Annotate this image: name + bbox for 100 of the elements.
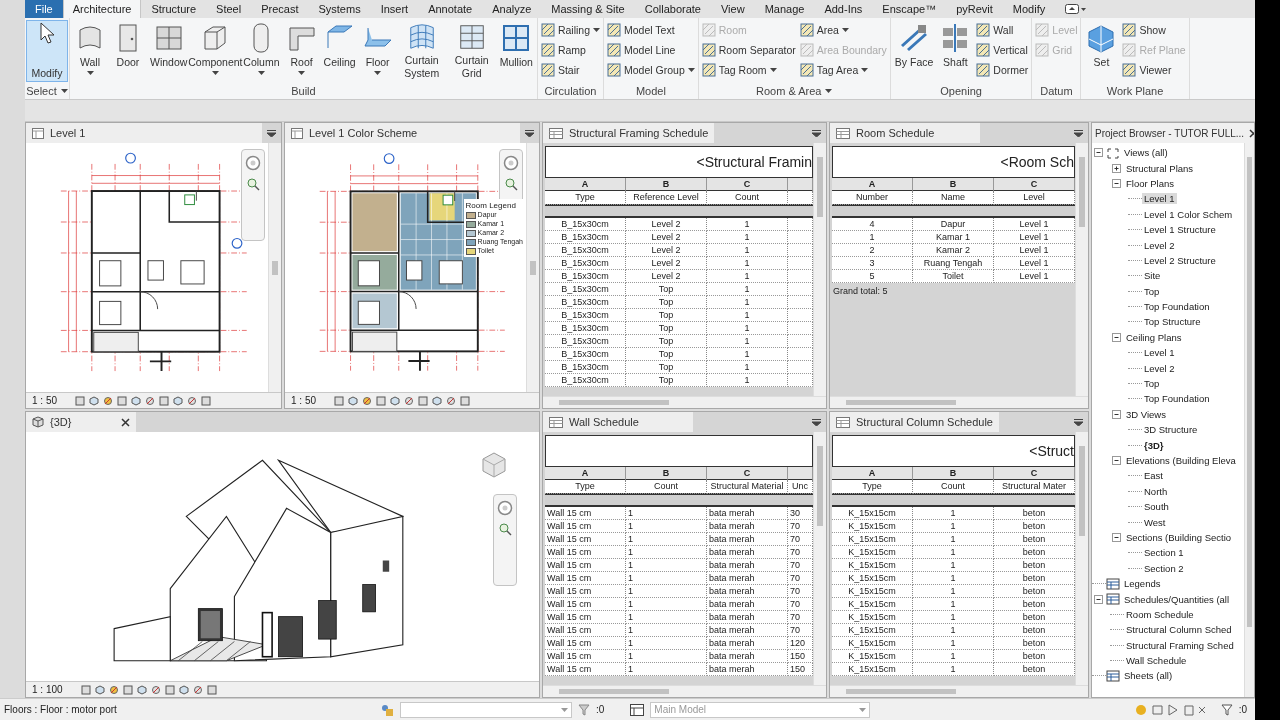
collapse-icon[interactable] <box>1110 332 1124 342</box>
tree-item[interactable]: Structural Framing Sched <box>1124 639 1236 651</box>
scrollbar[interactable] <box>1075 143 1088 396</box>
tree-item[interactable]: Schedules/Quantities (all <box>1122 593 1232 605</box>
column-letter[interactable]: C <box>707 467 788 481</box>
steering-wheel-icon[interactable] <box>503 155 519 171</box>
tree-item[interactable]: Wall Schedule <box>1124 655 1189 667</box>
tool-button[interactable]: Viewer <box>1121 60 1187 80</box>
tree-item[interactable]: Top Foundation <box>1142 301 1212 313</box>
tool-button[interactable]: Shaft <box>936 20 975 82</box>
document-tab[interactable]: Structural Framing Schedule <box>543 123 715 143</box>
column-letter[interactable]: C <box>707 178 788 192</box>
menu-tab[interactable]: pyRevit <box>946 0 1003 18</box>
modify-button[interactable]: Modify <box>26 20 68 82</box>
tree-item[interactable]: Top <box>1142 378 1162 390</box>
tree-item[interactable]: Level 2 <box>1142 362 1177 374</box>
tree-item[interactable]: Level 1 <box>1142 347 1177 359</box>
tree-item[interactable]: West <box>1142 516 1168 528</box>
scale-label[interactable]: 1 : 50 <box>291 395 317 406</box>
menu-tab[interactable]: Manage <box>754 0 815 18</box>
tool-button[interactable]: Model Group <box>606 60 696 80</box>
scrollbar[interactable] <box>830 685 1088 697</box>
document-tab[interactable]: Structural Column Schedule <box>830 412 999 432</box>
tree-item[interactable]: North <box>1142 485 1170 497</box>
document-tab[interactable]: Room Schedule <box>830 123 980 143</box>
menu-tab[interactable]: Enscape™ <box>872 0 947 18</box>
scale-label[interactable]: 1 : 50 <box>32 395 58 406</box>
tree-item[interactable]: Floor Plans <box>1124 177 1177 189</box>
tree-item[interactable]: Ceiling Plans <box>1124 331 1184 343</box>
tool-button[interactable]: Set <box>1082 20 1121 82</box>
tree-item[interactable]: Legends <box>1122 578 1163 590</box>
document-tab[interactable]: Level 1 <box>26 123 262 143</box>
tree-item[interactable]: {3D} <box>1142 439 1166 451</box>
zoom-icon[interactable] <box>504 177 518 191</box>
document-tab[interactable]: {3D} <box>26 412 136 432</box>
menu-tab[interactable]: Architecture <box>62 0 142 18</box>
tool-button[interactable]: Model Text <box>606 20 696 40</box>
tree-item[interactable]: Structural Column Sched <box>1124 624 1234 636</box>
filter-icon[interactable] <box>1220 703 1233 716</box>
menu-tab[interactable]: Insert <box>370 0 419 18</box>
tool-button[interactable]: Tag Area <box>798 60 888 80</box>
panel-title[interactable]: Opening <box>940 85 982 97</box>
tree-item[interactable]: Level 2 <box>1142 239 1177 251</box>
menu-tab[interactable]: Add-Ins <box>814 0 873 18</box>
column-letter[interactable]: B <box>913 467 994 481</box>
tree-item[interactable]: Top <box>1142 285 1162 297</box>
tool-button[interactable]: Wall <box>975 20 1030 40</box>
panel-title[interactable]: Circulation <box>544 85 597 97</box>
menu-tab[interactable]: Collaborate <box>634 0 711 18</box>
ribbon-toggle-icon[interactable] <box>1065 4 1088 14</box>
tree-item[interactable]: South <box>1142 501 1171 513</box>
menu-icon[interactable] <box>812 129 821 137</box>
tool-button[interactable]: Curtain Grid <box>446 20 497 82</box>
menu-tab[interactable]: Structure <box>141 0 207 18</box>
tool-button[interactable]: Stair <box>539 60 602 80</box>
tool-button[interactable]: Model Line <box>606 40 696 60</box>
tree-item[interactable]: Room Schedule <box>1124 608 1196 620</box>
close-icon[interactable] <box>121 417 130 427</box>
tool-button[interactable]: By Face <box>891 20 937 82</box>
scrollbar[interactable] <box>1244 143 1254 697</box>
view-cube-icon[interactable] <box>479 450 509 480</box>
menu-icon[interactable] <box>267 129 276 137</box>
panel-title[interactable]: Model <box>635 85 666 97</box>
zoom-icon[interactable] <box>246 177 260 191</box>
panel-title[interactable]: Room & Area <box>756 85 822 97</box>
tool-button[interactable]: Ceiling <box>320 20 359 82</box>
tool-button[interactable]: Roof <box>282 20 321 82</box>
tool-button[interactable]: Tag Room <box>700 60 797 80</box>
tool-button[interactable]: Dormer <box>975 60 1030 80</box>
menu-tab[interactable]: Systems <box>308 0 371 18</box>
collapse-icon[interactable] <box>1092 148 1106 158</box>
tool-button[interactable]: Ramp <box>539 40 602 60</box>
column-letter[interactable]: A <box>545 467 626 481</box>
column-letter[interactable]: B <box>626 467 707 481</box>
column-letter[interactable]: A <box>545 178 626 192</box>
menu-icon[interactable] <box>812 418 821 426</box>
tree-item[interactable]: Elevations (Building Eleva <box>1124 455 1238 466</box>
scrollbar[interactable] <box>1075 432 1088 685</box>
panel-title[interactable]: Datum <box>1040 85 1073 97</box>
steering-wheel-icon[interactable] <box>245 155 261 171</box>
tool-button[interactable]: Railing <box>539 20 602 40</box>
expand-icon[interactable] <box>1110 163 1124 173</box>
tool-button[interactable]: Room Separator <box>700 40 797 60</box>
tool-button[interactable]: Mullion <box>496 20 536 82</box>
dropdown-field[interactable] <box>400 701 572 718</box>
tree-item[interactable]: 3D Structure <box>1142 424 1200 436</box>
tree-item[interactable]: Level 1 Structure <box>1142 224 1218 236</box>
menu-tab[interactable]: Modify <box>1002 0 1056 18</box>
menu-tab[interactable]: Precast <box>251 0 309 18</box>
collapse-icon[interactable] <box>1110 456 1124 465</box>
scrollbar[interactable] <box>830 396 1088 408</box>
tree-item[interactable]: Top Structure <box>1142 316 1203 328</box>
tree-item[interactable]: Site <box>1142 270 1163 282</box>
tree-item[interactable]: Section 2 <box>1142 562 1186 574</box>
scrollbar[interactable] <box>813 143 826 396</box>
tree-item[interactable]: Structural Plans <box>1124 162 1196 174</box>
tool-button[interactable]: Vertical <box>975 40 1030 60</box>
steering-wheel-icon[interactable] <box>497 500 513 516</box>
scale-label[interactable]: 1 : 100 <box>32 684 63 695</box>
menu-tab[interactable]: View <box>711 0 755 18</box>
